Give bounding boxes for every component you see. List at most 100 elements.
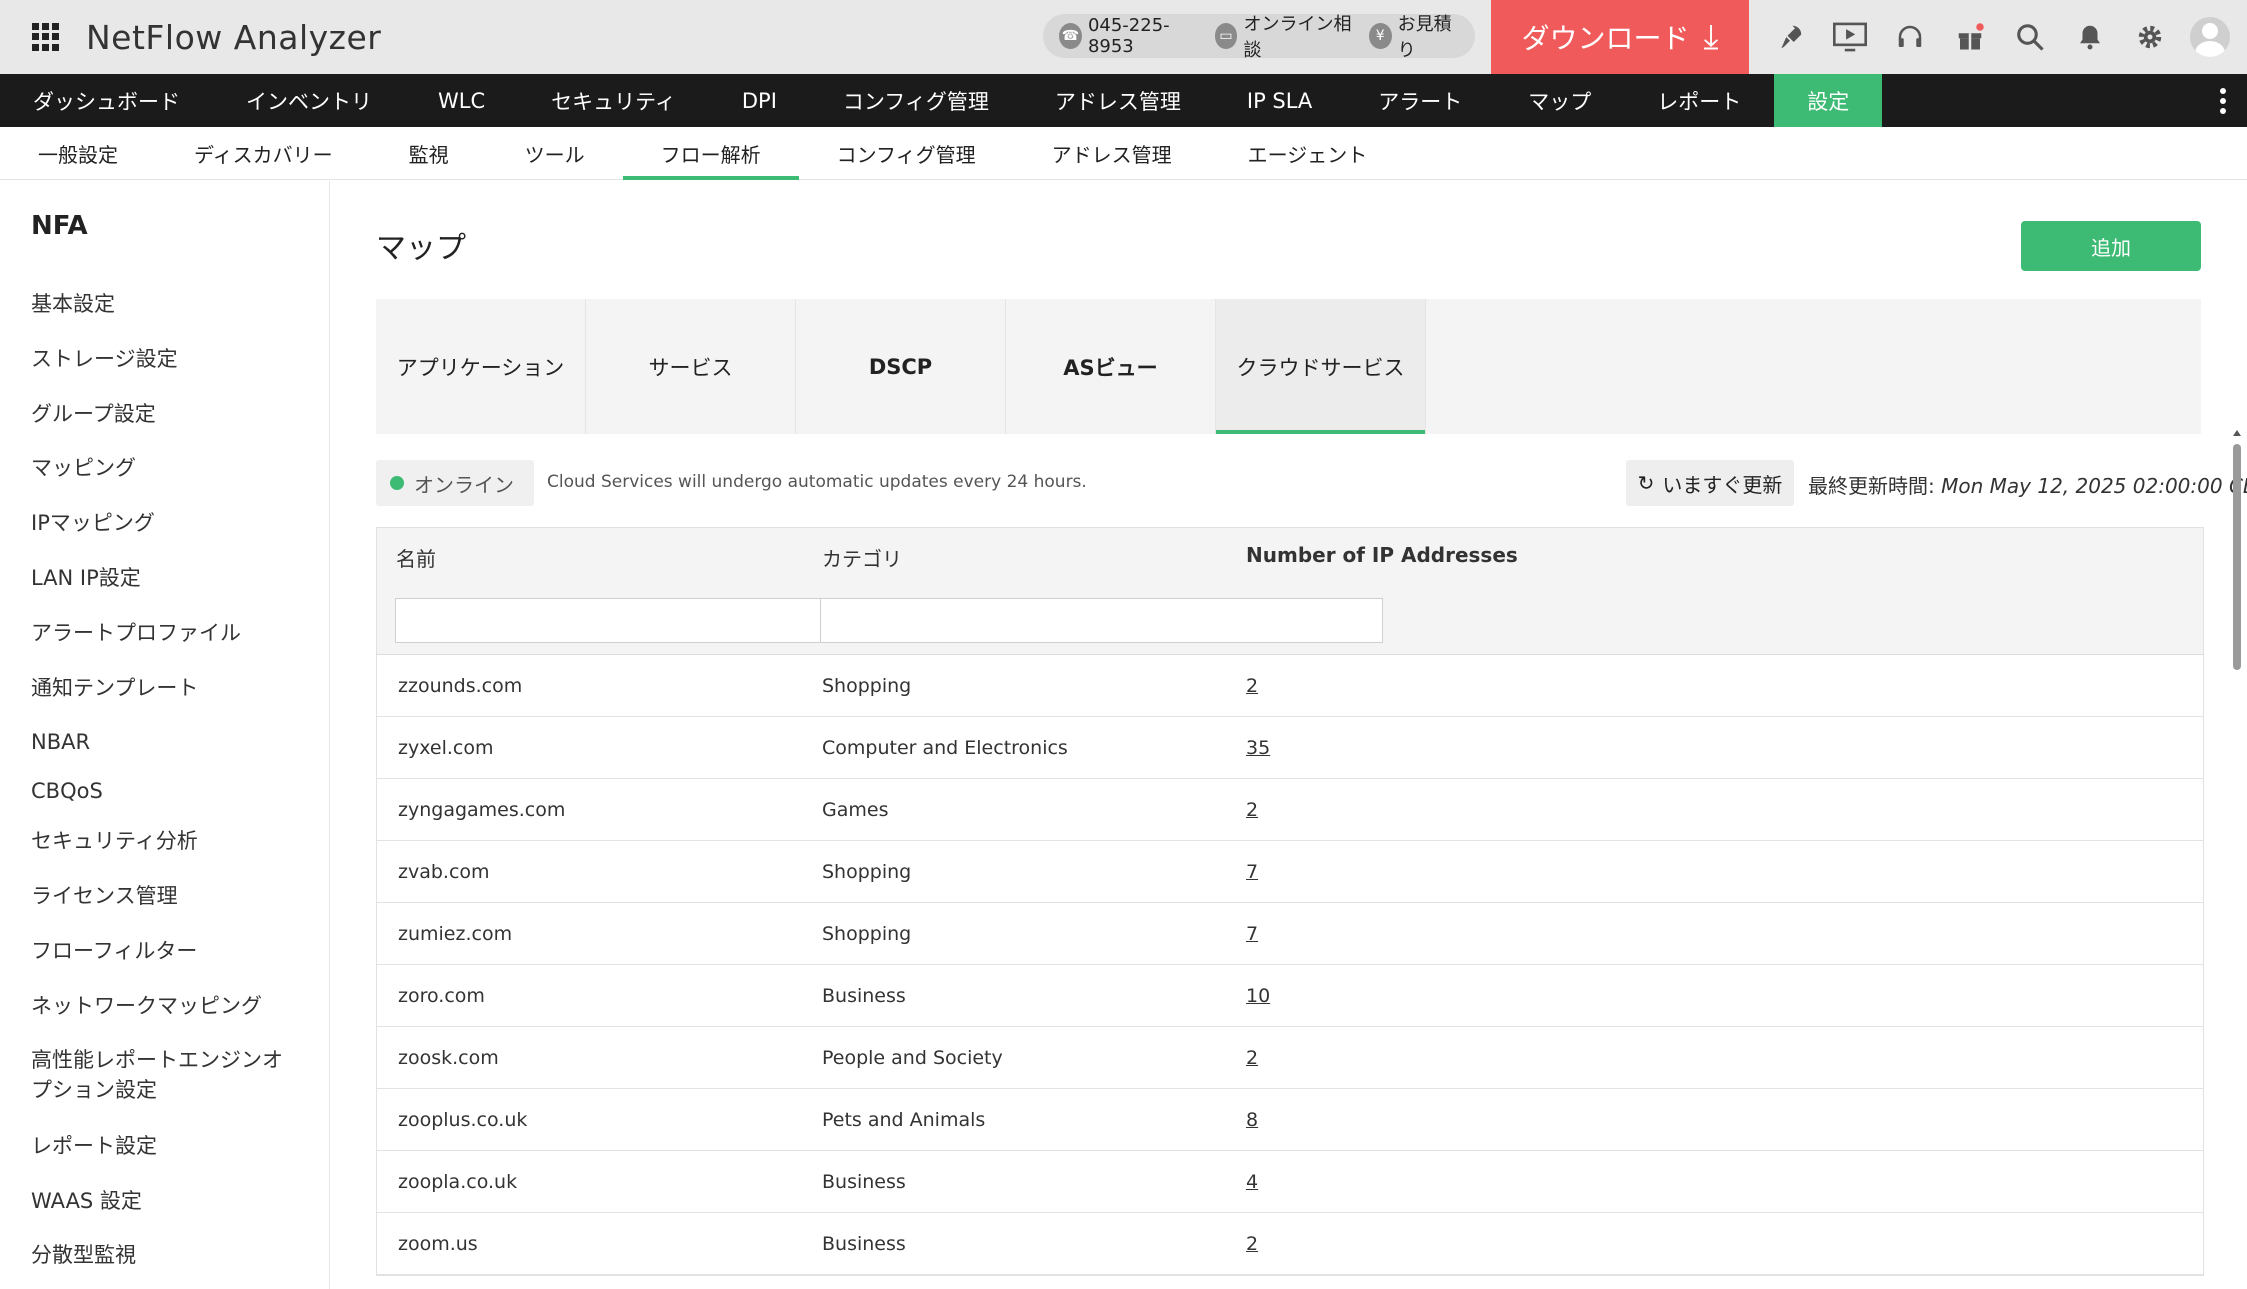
tab-service[interactable]: サービス: [586, 299, 796, 434]
sidebar-item-nbar[interactable]: NBAR: [31, 727, 301, 757]
map-tabs: アプリケーション サービス DSCP ASビュー クラウドサービス: [376, 299, 2201, 434]
sidebar-item-report-engine[interactable]: 高性能レポートエンジンオプション設定: [31, 1045, 301, 1105]
sidebar-item-waas[interactable]: WAAS 設定: [31, 1186, 301, 1216]
nav-report[interactable]: レポート: [1624, 74, 1774, 127]
subnav-address[interactable]: アドレス管理: [1014, 127, 1210, 180]
online-consult-link[interactable]: ▭ オンライン相談: [1214, 10, 1355, 62]
row-name: zooplus.co.uk: [398, 1109, 528, 1131]
row-name: zzounds.com: [398, 675, 523, 697]
subnav-general[interactable]: 一般設定: [0, 127, 156, 180]
table-row: zumiez.com Shopping 7: [377, 903, 2203, 965]
last-update-value: Mon May 12, 2025 02:00:00 CLT: [1941, 474, 2247, 498]
sidebar-item-storage[interactable]: ストレージ設定: [31, 344, 301, 374]
refresh-now-button[interactable]: ↻ いますぐ更新: [1626, 460, 1794, 506]
sidebar-item-cbqos[interactable]: CBQoS: [31, 776, 301, 806]
video-icon[interactable]: [1820, 0, 1880, 74]
row-category: Shopping: [822, 923, 912, 945]
row-ip-count-link[interactable]: 2: [1246, 1047, 1258, 1069]
sidebar-item-notification-template[interactable]: 通知テンプレート: [31, 673, 301, 703]
tab-as-view[interactable]: ASビュー: [1006, 299, 1216, 434]
sidebar-item-mapping[interactable]: マッピング: [31, 453, 301, 483]
table-row: zoosk.com People and Society 2: [377, 1027, 2203, 1089]
row-ip-count-link[interactable]: 7: [1246, 923, 1258, 945]
table-row: zyxel.com Computer and Electronics 35: [377, 717, 2203, 779]
row-name: zvab.com: [398, 861, 490, 883]
row-category: Business: [822, 1171, 906, 1193]
sidebar-item-flow-filter[interactable]: フローフィルター: [31, 936, 301, 966]
main-nav: ダッシュボード インベントリ WLC セキュリティ DPI コンフィグ管理 アド…: [0, 74, 2247, 127]
category-filter-input[interactable]: [820, 598, 1383, 643]
subnav-config[interactable]: コンフィグ管理: [799, 127, 1014, 180]
more-vertical-icon[interactable]: [2211, 74, 2235, 127]
subnav-flow-analysis[interactable]: フロー解析: [622, 127, 799, 180]
gift-icon[interactable]: [1940, 0, 2000, 74]
quote-link[interactable]: ¥ お見積り: [1368, 10, 1461, 62]
nav-ipsla[interactable]: IP SLA: [1214, 74, 1345, 127]
bell-icon[interactable]: [2060, 0, 2120, 74]
column-header-name[interactable]: 名前: [396, 543, 436, 572]
sidebar-item-report-settings[interactable]: レポート設定: [31, 1131, 301, 1161]
sidebar-item-security-analysis[interactable]: セキュリティ分析: [31, 826, 301, 856]
row-ip-count-link[interactable]: 35: [1246, 737, 1270, 759]
page-scrollbar[interactable]: [2232, 430, 2242, 1289]
nav-address[interactable]: アドレス管理: [1022, 74, 1214, 127]
search-icon[interactable]: [2000, 0, 2060, 74]
phone-link[interactable]: ☎ 045-225-8953: [1059, 15, 1201, 57]
apps-grid-icon[interactable]: [32, 23, 60, 51]
row-ip-count-link[interactable]: 4: [1246, 1171, 1258, 1193]
scrollbar-thumb[interactable]: [2233, 444, 2241, 670]
headset-icon[interactable]: [1880, 0, 1940, 74]
download-button[interactable]: ダウンロード ⤓: [1491, 0, 1749, 74]
row-ip-count-link[interactable]: 2: [1246, 799, 1258, 821]
tab-cloud-service[interactable]: クラウドサービス: [1216, 299, 1426, 434]
tab-dscp[interactable]: DSCP: [796, 299, 1006, 434]
sidebar-item-lan-ip[interactable]: LAN IP設定: [31, 563, 301, 593]
nav-inventory[interactable]: インベントリ: [213, 74, 405, 127]
nav-config[interactable]: コンフィグ管理: [810, 74, 1022, 127]
subnav-tools[interactable]: ツール: [487, 127, 623, 180]
row-ip-count-link[interactable]: 10: [1246, 985, 1270, 1007]
sidebar-item-ip-mapping[interactable]: IPマッピング: [31, 508, 301, 538]
nav-map[interactable]: マップ: [1495, 74, 1624, 127]
table-row: zvab.com Shopping 7: [377, 841, 2203, 903]
sidebar-item-network-mapping[interactable]: ネットワークマッピング: [31, 991, 301, 1021]
nav-wlc[interactable]: WLC: [405, 74, 518, 127]
nav-dpi[interactable]: DPI: [709, 74, 810, 127]
subnav-agent[interactable]: エージェント: [1210, 127, 1406, 180]
table-row: zooplus.co.uk Pets and Animals 8: [377, 1089, 2203, 1151]
top-bar: NetFlow Analyzer ☎ 045-225-8953 ▭ オンライン相…: [0, 0, 2247, 74]
sidebar-item-alert-profile[interactable]: アラートプロファイル: [31, 618, 301, 648]
status-note: Cloud Services will undergo automatic up…: [547, 472, 1087, 492]
row-ip-count-link[interactable]: 2: [1246, 675, 1258, 697]
add-button[interactable]: 追加: [2021, 221, 2201, 271]
nav-alert[interactable]: アラート: [1345, 74, 1495, 127]
row-name: zoro.com: [398, 985, 485, 1007]
yen-icon: ¥: [1368, 23, 1392, 49]
column-header-ip-count[interactable]: Number of IP Addresses: [1246, 543, 1518, 567]
sidebar-item-license[interactable]: ライセンス管理: [31, 881, 301, 911]
row-category: Computer and Electronics: [822, 737, 1068, 759]
nav-settings[interactable]: 設定: [1774, 74, 1883, 127]
sidebar: NFA 基本設定 ストレージ設定 グループ設定 マッピング IPマッピング LA…: [0, 181, 330, 1289]
row-ip-count-link[interactable]: 7: [1246, 861, 1258, 883]
avatar[interactable]: [2190, 17, 2230, 57]
sub-nav: 一般設定 ディスカバリー 監視 ツール フロー解析 コンフィグ管理 アドレス管理…: [0, 127, 2247, 180]
gear-icon[interactable]: [2120, 0, 2180, 74]
tab-application[interactable]: アプリケーション: [376, 299, 586, 434]
scroll-up-icon[interactable]: [2233, 430, 2241, 436]
subnav-discovery[interactable]: ディスカバリー: [156, 127, 371, 180]
sidebar-item-basic[interactable]: 基本設定: [31, 289, 301, 319]
nav-security[interactable]: セキュリティ: [518, 74, 709, 127]
nav-dashboard[interactable]: ダッシュボード: [0, 74, 213, 127]
status-row: オンライン Cloud Services will undergo automa…: [376, 460, 2247, 506]
row-name: zyngagames.com: [398, 799, 566, 821]
column-header-category[interactable]: カテゴリ: [822, 543, 902, 572]
row-name: zoom.us: [398, 1233, 478, 1255]
rocket-icon[interactable]: [1760, 0, 1820, 74]
sidebar-item-distributed[interactable]: 分散型監視: [31, 1240, 301, 1270]
subnav-monitoring[interactable]: 監視: [371, 127, 487, 180]
row-ip-count-link[interactable]: 2: [1246, 1233, 1258, 1255]
quote-label: お見積り: [1397, 14, 1452, 61]
row-ip-count-link[interactable]: 8: [1246, 1109, 1258, 1131]
sidebar-item-group[interactable]: グループ設定: [31, 399, 301, 429]
